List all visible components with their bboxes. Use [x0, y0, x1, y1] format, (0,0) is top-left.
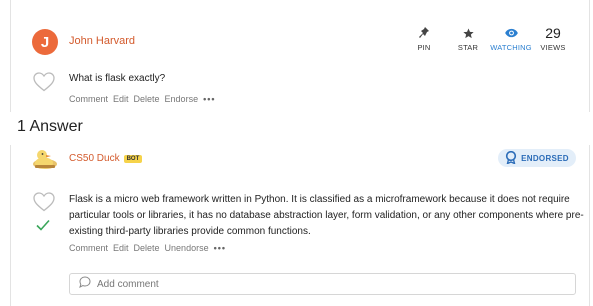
answer-actions: Comment Edit Delete Unendorse •••: [69, 243, 226, 253]
bot-badge: BOT: [123, 154, 143, 163]
add-comment-box[interactable]: [69, 273, 576, 295]
edit-link[interactable]: Edit: [113, 94, 129, 104]
comment-link[interactable]: Comment: [69, 94, 108, 104]
edit-link[interactable]: Edit: [113, 243, 129, 253]
answer-text: Flask is a micro web framework written i…: [69, 194, 584, 237]
question-text: What is flask exactly?: [69, 73, 166, 84]
divider: [589, 145, 590, 306]
pin-button[interactable]: PIN: [399, 26, 449, 52]
endorse-link[interactable]: Endorse: [165, 94, 199, 104]
delete-link[interactable]: Delete: [134, 243, 160, 253]
endorsed-badge: ENDORSED: [498, 149, 576, 167]
more-options-icon[interactable]: •••: [214, 243, 226, 253]
award-icon: [505, 150, 517, 166]
duck-avatar[interactable]: [31, 148, 59, 170]
views-label: VIEWS: [540, 43, 566, 52]
unendorse-link[interactable]: Unendorse: [165, 243, 209, 253]
question-actions: Comment Edit Delete Endorse •••: [69, 94, 216, 104]
check-icon: [36, 218, 50, 236]
views-stat: 29 VIEWS: [528, 26, 578, 52]
avatar[interactable]: J: [32, 29, 58, 55]
question-author[interactable]: John Harvard: [69, 35, 135, 47]
more-options-icon[interactable]: •••: [203, 94, 215, 104]
pin-icon: [399, 26, 449, 40]
add-comment-input[interactable]: [97, 278, 557, 290]
pin-label: PIN: [417, 43, 431, 52]
divider: [10, 145, 11, 306]
comment-icon: [79, 275, 91, 293]
divider: [10, 0, 11, 112]
views-count: 29: [545, 25, 561, 41]
post-thread: J John Harvard PIN STAR WATCHING 29 VIEW…: [0, 0, 593, 306]
delete-link[interactable]: Delete: [134, 94, 160, 104]
endorsed-label: ENDORSED: [521, 153, 569, 163]
divider: [589, 0, 590, 112]
answer-author-name[interactable]: CS50 Duck: [69, 153, 120, 164]
comment-link[interactable]: Comment: [69, 243, 108, 253]
heart-icon[interactable]: [33, 72, 55, 97]
answer-author[interactable]: CS50 Duck BOT: [69, 153, 143, 164]
answers-heading: 1 Answer: [17, 118, 83, 135]
heart-icon[interactable]: [33, 192, 55, 217]
